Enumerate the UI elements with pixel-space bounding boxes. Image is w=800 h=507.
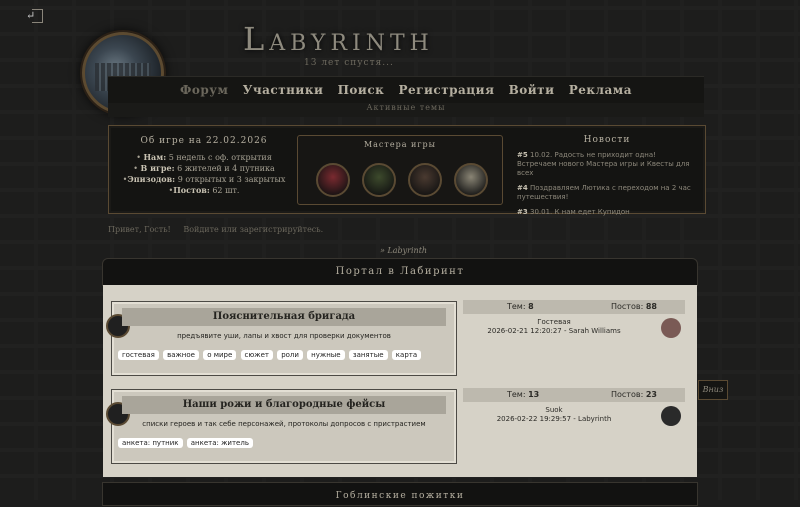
- forum-title[interactable]: Пояснительная бригада: [122, 308, 446, 326]
- nav-search[interactable]: Поиск: [338, 83, 385, 97]
- about-line: •Эпизодов: 9 открытых и 3 закрытых: [122, 174, 286, 184]
- scroll-down-button[interactable]: Вниз: [698, 380, 728, 400]
- about-line: • Нам: 5 недель с оф. открытия: [136, 152, 272, 162]
- masters-heading: Мастера игры: [363, 140, 437, 149]
- forum-description: списки героев и так себе персонажей, про…: [142, 420, 426, 428]
- site-subtitle: 13 лет спустя...: [304, 58, 394, 68]
- tag-link[interactable]: анкета: путник: [118, 438, 183, 448]
- forum-tags: гостевая важное о мире сюжет роли нужные…: [118, 350, 423, 360]
- tag-link[interactable]: роли: [277, 350, 303, 360]
- news-heading: Новости: [583, 135, 631, 145]
- forum-title[interactable]: Наши рожи и благородные фейсы: [122, 396, 446, 414]
- master-avatar[interactable]: [316, 163, 350, 197]
- nav-register[interactable]: Регистрация: [398, 83, 494, 97]
- breadcrumb[interactable]: » Labyrinth: [380, 246, 427, 255]
- login-icon[interactable]: ↵: [26, 9, 43, 23]
- game-masters: Мастера игры: [297, 135, 503, 205]
- forum-stats: Тем: 13 Постов: 23 Suok 2026-02-22 19:29…: [463, 388, 685, 448]
- nav-members[interactable]: Участники: [243, 83, 324, 97]
- master-avatar[interactable]: [454, 163, 488, 197]
- category-header: Портал в Лабиринт: [102, 258, 698, 286]
- last-post-meta: 2026-02-21 12:20:27 - Sarah Williams: [487, 327, 621, 335]
- last-poster-avatar[interactable]: [661, 318, 681, 338]
- nav-login[interactable]: Войти: [509, 83, 555, 97]
- last-post-meta: 2026-02-22 19:29:57 - Labyrinth: [496, 415, 612, 423]
- tag-link[interactable]: сюжет: [240, 350, 273, 360]
- master-avatar[interactable]: [408, 163, 442, 197]
- news-block: Новости #5 10.02. Радость не приходит од…: [517, 136, 697, 223]
- last-post[interactable]: Suok 2026-02-22 19:29:57 - Labyrinth: [463, 402, 685, 424]
- last-post-topic[interactable]: Suok: [463, 406, 645, 415]
- greeting-text: Привет, Гость!: [108, 225, 171, 234]
- forum-row: Пояснительная бригада предъявите уши, ла…: [106, 301, 457, 376]
- tag-link[interactable]: нужные: [307, 350, 345, 360]
- main-nav: Форум Участники Поиск Регистрация Войти …: [108, 76, 704, 103]
- forum-tags: анкета: путник анкета: житель: [118, 438, 255, 448]
- nav-ads[interactable]: Реклама: [569, 83, 632, 97]
- master-avatar[interactable]: [362, 163, 396, 197]
- last-poster-avatar[interactable]: [661, 406, 681, 426]
- last-post[interactable]: Гостевая 2026-02-21 12:20:27 - Sarah Wil…: [463, 314, 685, 336]
- nav-forum[interactable]: Форум: [180, 83, 228, 97]
- news-item[interactable]: #4 Поздравляем Лютика с переходом на 2 ч…: [517, 184, 697, 202]
- last-post-topic[interactable]: Гостевая: [463, 318, 645, 327]
- site-title[interactable]: Labyrinth: [243, 20, 434, 58]
- category-title: Портал в Лабиринт: [335, 266, 465, 277]
- category-header: Гоблинские пожитки: [102, 482, 698, 506]
- news-item[interactable]: #3 30.01. К нам едет Купидон: [517, 208, 697, 217]
- forum-description: предъявите уши, лапы и хвост для проверк…: [177, 332, 391, 340]
- about-heading: Об игре на 22.02.2026: [140, 136, 268, 146]
- about-block: Об игре на 22.02.2026 • Нам: 5 недель с …: [119, 136, 289, 196]
- about-line: •Постов: 62 шт.: [168, 185, 240, 195]
- tag-link[interactable]: гостевая: [118, 350, 159, 360]
- tag-link[interactable]: о мире: [203, 350, 237, 360]
- login-register-link[interactable]: Войдите или зарегистрируйтесь.: [183, 225, 323, 234]
- stats-row: Тем: 13 Постов: 23: [463, 388, 685, 402]
- stats-row: Тем: 8 Постов: 88: [463, 300, 685, 314]
- info-panel: Об игре на 22.02.2026 • Нам: 5 недель с …: [108, 125, 706, 216]
- about-line: • В игре: 6 жителей и 4 путника: [133, 163, 275, 173]
- greeting: Привет, Гость! Войдите или зарегистрируй…: [108, 225, 333, 234]
- forum-row: Наши рожи и благородные фейсы списки гер…: [106, 389, 457, 464]
- news-item[interactable]: #5 10.02. Радость не приходит одна! Встр…: [517, 151, 697, 178]
- tag-link[interactable]: анкета: житель: [186, 438, 253, 448]
- tag-link[interactable]: занятые: [348, 350, 388, 360]
- forum-list: Пояснительная бригада предъявите уши, ла…: [103, 285, 697, 477]
- forum-stats: Тем: 8 Постов: 88 Гостевая 2026-02-21 12…: [463, 300, 685, 360]
- active-topics-link[interactable]: Активные темы: [108, 103, 704, 117]
- tag-link[interactable]: карта: [391, 350, 422, 360]
- tag-link[interactable]: важное: [163, 350, 199, 360]
